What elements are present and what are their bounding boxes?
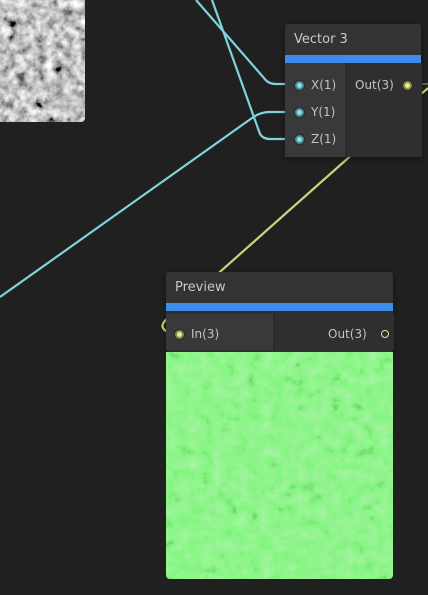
port-label: X(1) [311, 78, 337, 92]
input-port-y[interactable]: Y(1) [295, 101, 335, 123]
port-unconnected-icon[interactable] [380, 330, 389, 338]
preview-node[interactable]: Preview In(3) Out(3) [166, 272, 394, 352]
port-label: In(3) [191, 327, 220, 341]
port-label: Out(3) [355, 78, 394, 92]
port-connected-icon[interactable] [295, 107, 304, 117]
port-label: Y(1) [311, 105, 336, 119]
input-port-x[interactable]: X(1) [295, 74, 336, 96]
node-accent-bar [166, 303, 393, 311]
port-connected-icon[interactable] [295, 80, 304, 90]
wire-to-y[interactable] [0, 110, 296, 298]
wire-to-z[interactable] [210, 0, 296, 141]
vector3-node[interactable]: Vector 3 X(1) Y(1) Z(1) Out(3) [285, 24, 422, 157]
input-port-z[interactable]: Z(1) [295, 128, 336, 150]
node-title[interactable]: Preview [166, 272, 393, 303]
output-port-out[interactable]: Out(3) [328, 323, 389, 345]
preview-texture [166, 352, 393, 579]
port-label: Z(1) [311, 132, 337, 146]
port-connected-icon[interactable] [295, 134, 304, 144]
port-connected-icon[interactable] [175, 329, 184, 339]
output-port-out[interactable]: Out(3) [355, 74, 412, 96]
port-label: Out(3) [328, 327, 367, 341]
input-port-in[interactable]: In(3) [175, 323, 219, 345]
node-title[interactable]: Vector 3 [285, 24, 421, 55]
port-connected-icon[interactable] [402, 80, 412, 90]
node-accent-bar [285, 55, 421, 63]
wire-to-x[interactable] [195, 0, 296, 86]
